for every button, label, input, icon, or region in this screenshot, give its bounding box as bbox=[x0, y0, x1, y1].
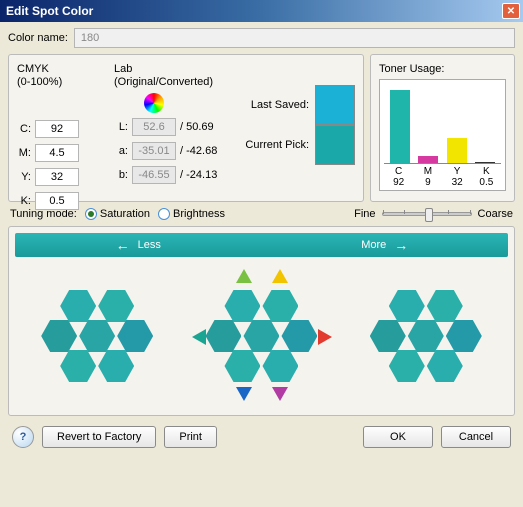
cmyk-k-label: K: bbox=[17, 195, 31, 207]
cmyk-y-label: Y: bbox=[17, 171, 31, 183]
arrow-left-icon bbox=[116, 237, 130, 253]
hex-cluster-less[interactable] bbox=[32, 271, 162, 401]
color-values-panel: CMYK (0-100%) C: M: Y: bbox=[8, 54, 364, 202]
color-name-label: Color name: bbox=[8, 32, 68, 44]
lab-a-label: a: bbox=[114, 145, 128, 157]
toner-bar-labels: C92 M9 Y32 K0.5 bbox=[384, 166, 501, 188]
fine-coarse-slider[interactable] bbox=[382, 212, 472, 216]
lab-b-converted: -24.13 bbox=[186, 169, 217, 181]
print-button[interactable]: Print bbox=[164, 426, 217, 448]
hex-cluster-center[interactable] bbox=[196, 271, 326, 401]
lab-l-converted: 50.69 bbox=[186, 121, 214, 133]
current-pick-label: Current Pick: bbox=[243, 139, 309, 151]
cmyk-c-label: C: bbox=[17, 123, 31, 135]
lab-b-label: b: bbox=[114, 169, 128, 181]
close-button[interactable]: ✕ bbox=[502, 3, 520, 19]
colorwheel-icon bbox=[144, 93, 164, 113]
cmyk-header: CMYK (0-100%) bbox=[17, 63, 79, 89]
color-picker-panel: Less More bbox=[8, 226, 515, 416]
color-name-input[interactable] bbox=[74, 28, 515, 48]
toner-usage-panel: Toner Usage: C92 M9 Y32 K0.5 bbox=[370, 54, 515, 202]
cmyk-m-input[interactable] bbox=[35, 144, 79, 162]
tuning-saturation-radio[interactable]: Saturation bbox=[85, 208, 150, 220]
last-saved-label: Last Saved: bbox=[243, 99, 309, 111]
titlebar: Edit Spot Color ✕ bbox=[0, 0, 523, 22]
toner-bar-c bbox=[390, 90, 410, 163]
coarse-label: Coarse bbox=[478, 208, 513, 220]
cmyk-k-input[interactable] bbox=[35, 192, 79, 210]
arrow-red-icon[interactable] bbox=[318, 329, 332, 345]
cmyk-m-label: M: bbox=[17, 147, 31, 159]
arrow-green-icon[interactable] bbox=[236, 269, 252, 283]
toner-usage-title: Toner Usage: bbox=[379, 63, 506, 75]
arrow-right-icon bbox=[394, 237, 408, 253]
lab-l-original bbox=[132, 118, 176, 136]
less-more-bar: Less More bbox=[15, 233, 508, 257]
lab-b-original bbox=[132, 166, 176, 184]
toner-bar-m bbox=[418, 156, 438, 163]
toner-bar-k bbox=[475, 162, 495, 163]
cmyk-c-input[interactable] bbox=[35, 120, 79, 138]
cmyk-y-input[interactable] bbox=[35, 168, 79, 186]
cancel-button[interactable]: Cancel bbox=[441, 426, 511, 448]
ok-button[interactable]: OK bbox=[363, 426, 433, 448]
tuning-brightness-radio[interactable]: Brightness bbox=[158, 208, 225, 220]
fine-label: Fine bbox=[354, 208, 375, 220]
less-button[interactable]: Less bbox=[15, 237, 262, 253]
lab-a-converted: -42.68 bbox=[186, 145, 217, 157]
lab-l-label: L: bbox=[114, 121, 128, 133]
slider-thumb[interactable] bbox=[425, 208, 433, 222]
arrow-magenta-icon[interactable] bbox=[272, 387, 288, 401]
arrow-yellow-icon[interactable] bbox=[272, 269, 288, 283]
toner-usage-chart: C92 M9 Y32 K0.5 bbox=[379, 79, 506, 191]
help-button[interactable]: ? bbox=[12, 426, 34, 448]
arrow-cyan-icon[interactable] bbox=[192, 329, 206, 345]
toner-bar-y bbox=[447, 138, 467, 163]
last-saved-swatch bbox=[315, 85, 355, 125]
lab-a-original bbox=[132, 142, 176, 160]
more-button[interactable]: More bbox=[262, 237, 509, 253]
revert-to-factory-button[interactable]: Revert to Factory bbox=[42, 426, 156, 448]
window-title: Edit Spot Color bbox=[6, 4, 502, 18]
lab-header: Lab (Original/Converted) bbox=[114, 63, 217, 89]
arrow-blue-icon[interactable] bbox=[236, 387, 252, 401]
current-pick-swatch bbox=[315, 125, 355, 165]
hex-cluster-more[interactable] bbox=[361, 271, 491, 401]
